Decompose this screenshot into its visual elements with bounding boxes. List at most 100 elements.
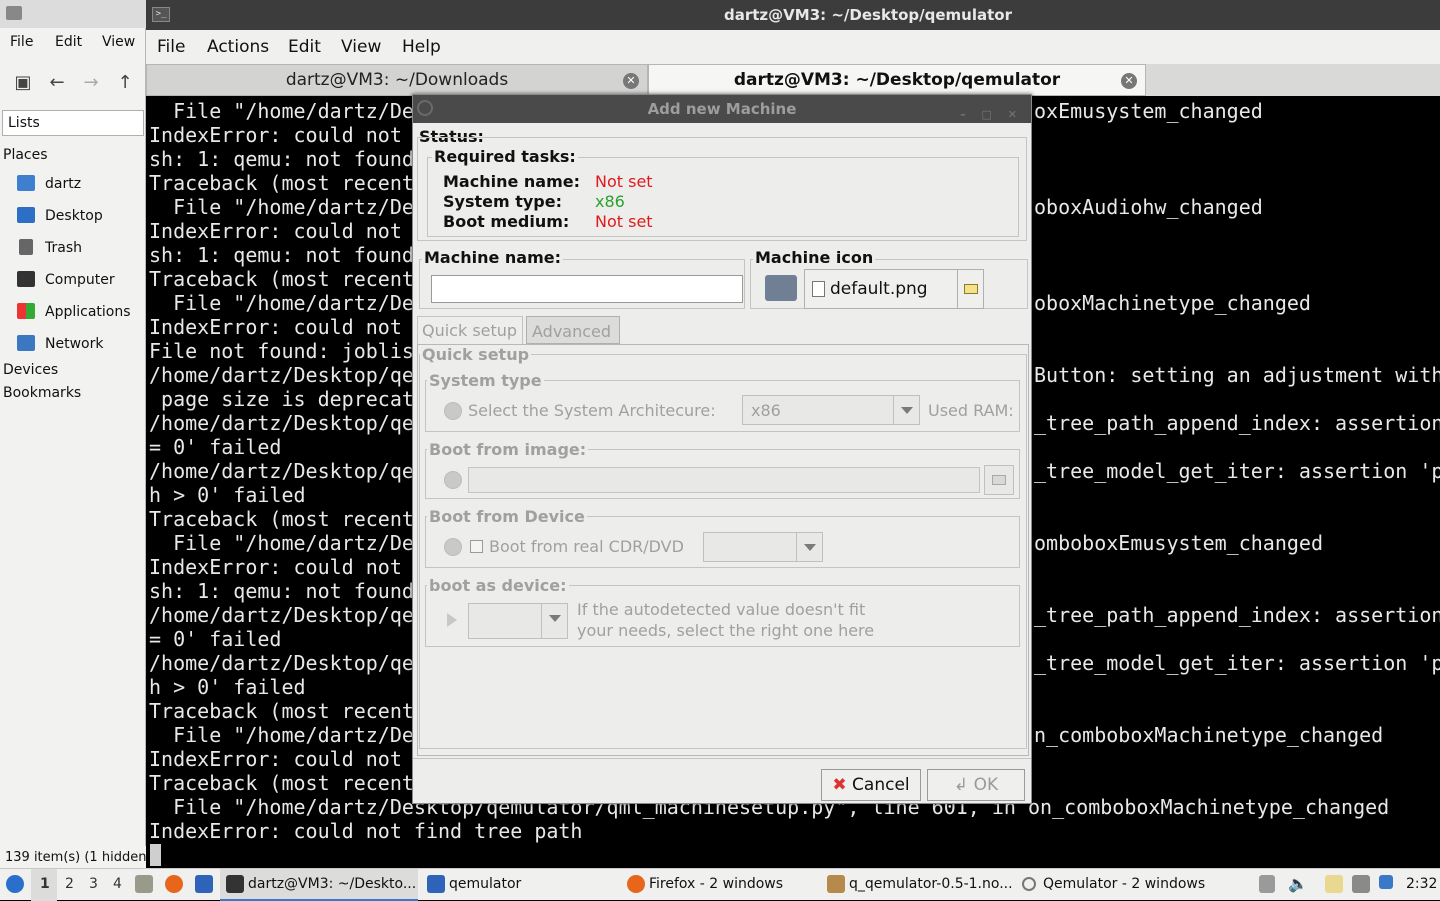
taskbar-item-qemulator-folder[interactable]: qemulator (449, 876, 521, 892)
boot-as-header: boot as device: (427, 576, 569, 595)
boot-cdrom-label: Boot from real CDR/DVD (489, 537, 684, 556)
volume-icon[interactable]: 🔈 (1288, 874, 1308, 893)
place-applications[interactable]: Applications (17, 303, 131, 325)
computer-icon (17, 271, 35, 287)
workspace-2[interactable]: 2 (65, 876, 74, 892)
new-tab-icon[interactable]: ▣ (13, 72, 33, 93)
terminal-menu-edit[interactable]: Edit (288, 37, 321, 57)
terminal-line: = 0' failed (149, 435, 282, 459)
terminal-line: IndexError: could not (149, 315, 402, 339)
menu-edit[interactable]: Edit (55, 34, 82, 50)
boot-device-radio[interactable] (444, 538, 462, 556)
boot-image-input[interactable] (468, 467, 980, 493)
terminal-tab-downloads[interactable]: dartz@VM3: ~/Downloads ✕ (146, 64, 648, 96)
task-system-type-value: x86 (595, 192, 625, 211)
terminal-line-right: oboxAudiohw_changed (1034, 195, 1263, 219)
terminal-line-right: n_comboboxMachinetype_changed (1034, 723, 1384, 747)
close-tab-icon[interactable]: ✕ (1121, 73, 1137, 89)
taskbar-item-qemulator[interactable]: Qemulator - 2 windows (1043, 876, 1205, 892)
notification-icon[interactable] (1379, 875, 1393, 889)
dialog-title: Add new Machine (647, 100, 797, 118)
terminal-menu-actions[interactable]: Actions (207, 37, 269, 57)
file-manager-launcher-icon[interactable] (135, 875, 153, 893)
button-separator (413, 758, 1031, 759)
terminal-line-right: _tree_model_get_iter: assertion 'p (1034, 651, 1440, 675)
place-dartz[interactable]: dartz (17, 175, 81, 197)
window-controls[interactable]: – □ ✕ (960, 101, 1023, 129)
terminal-line: /home/dartz/Desktop/qe (149, 651, 414, 675)
terminal-menu-help[interactable]: Help (402, 37, 441, 57)
place-desktop[interactable]: Desktop (17, 207, 103, 229)
machine-name-input[interactable] (431, 275, 743, 303)
taskbar-item-terminal[interactable]: dartz@VM3: ~/Deskto... (248, 876, 416, 892)
terminal-line-right: _tree_model_get_iter: assertion 'p (1034, 459, 1440, 483)
terminal-menu-file[interactable]: File (157, 37, 185, 57)
tab-advanced[interactable]: Advanced (526, 316, 620, 344)
clock[interactable]: 2:32 (1406, 876, 1437, 892)
folder-icon (6, 6, 22, 20)
side-pane-mode-select[interactable]: Lists (2, 110, 144, 136)
terminal-line: Traceback (most recent (149, 771, 414, 795)
display-icon[interactable] (1352, 875, 1370, 893)
boot-image-header: Boot from image: (427, 440, 589, 459)
boot-as-hint-line1: If the autodetected value doesn't fit (577, 600, 866, 619)
back-arrow-icon[interactable]: ← (47, 72, 67, 93)
forward-arrow-icon[interactable]: → (81, 72, 101, 93)
system-type-header: System type (427, 371, 544, 390)
terminal-line: IndexError: could not find tree path (149, 819, 583, 843)
tab-quick-setup[interactable]: Quick setup (417, 316, 523, 344)
firefox-launcher-icon[interactable] (165, 875, 183, 893)
dialog-window-icon (417, 100, 433, 116)
bookmarks-header[interactable]: Bookmarks (3, 385, 81, 401)
workspace-1[interactable]: 1 (40, 876, 50, 892)
taskbar-item-firefox[interactable]: Firefox - 2 windows (649, 876, 783, 892)
open-folder-icon[interactable] (957, 270, 984, 308)
workspace-3[interactable]: 3 (89, 876, 98, 892)
icon-file-chooser[interactable]: default.png (804, 269, 984, 309)
play-arrow-icon (447, 613, 457, 627)
close-tab-icon[interactable]: ✕ (623, 73, 639, 89)
boot-device-header: Boot from Device (427, 507, 587, 526)
quick-setup-header: Quick setup (420, 345, 532, 364)
terminal-titlebar: dartz@VM3: ~/Desktop/qemulator (146, 0, 1440, 30)
chevron-down-icon (796, 533, 822, 561)
boot-image-radio[interactable] (444, 471, 462, 489)
terminal-line: File "/home/dartz/De (149, 291, 414, 315)
devices-header[interactable]: Devices (3, 362, 58, 378)
terminal-line: Traceback (most recent (149, 171, 414, 195)
boot-cdrom-checkbox[interactable] (470, 540, 483, 553)
desktop-launcher-icon[interactable] (195, 875, 213, 893)
arch-combobox[interactable]: x86 (742, 395, 920, 425)
menu-view[interactable]: View (102, 34, 135, 50)
menu-file[interactable]: File (10, 34, 33, 50)
clipboard-icon[interactable] (1325, 875, 1343, 893)
ok-button[interactable]: ↲ OK (927, 769, 1025, 801)
place-network[interactable]: Network (17, 335, 103, 357)
arch-radio[interactable] (444, 402, 462, 420)
cdrom-device-combobox[interactable] (703, 532, 823, 562)
taskbar-item-archive[interactable]: q_qemulator-0.5-1.no... (849, 876, 1013, 892)
workspace-4[interactable]: 4 (113, 876, 122, 892)
terminal-tab-qemulator[interactable]: dartz@VM3: ~/Desktop/qemulator ✕ (648, 64, 1146, 96)
terminal-line: IndexError: could not (149, 555, 402, 579)
boot-as-hint-line2: your needs, select the right one here (577, 621, 875, 640)
terminal-line-right: omboboxEmusystem_changed (1034, 531, 1323, 555)
cancel-button[interactable]: ✖ Cancel (821, 769, 921, 801)
boot-as-combobox[interactable] (468, 603, 568, 639)
terminal-menu-view[interactable]: View (341, 37, 381, 57)
task-boot-medium-value: Not set (595, 212, 653, 231)
terminal-line: sh: 1: qemu: not found (149, 579, 414, 603)
browse-image-button[interactable] (984, 465, 1014, 495)
machine-icon-label: Machine icon (753, 248, 876, 267)
tray-applet-icon[interactable] (1259, 875, 1275, 893)
terminal-line: /home/dartz/Desktop/qe (149, 411, 414, 435)
folder-icon (427, 875, 445, 893)
start-menu-icon[interactable] (6, 875, 24, 893)
archive-icon (827, 875, 845, 893)
up-arrow-icon[interactable]: ↑ (115, 72, 135, 93)
terminal-line-right: _tree_path_append_index: assertion (1034, 603, 1440, 627)
home-folder-icon (17, 175, 35, 191)
place-trash[interactable]: Trash (17, 239, 82, 261)
place-computer[interactable]: Computer (17, 271, 115, 293)
terminal-line: sh: 1: qemu: not found (149, 147, 414, 171)
